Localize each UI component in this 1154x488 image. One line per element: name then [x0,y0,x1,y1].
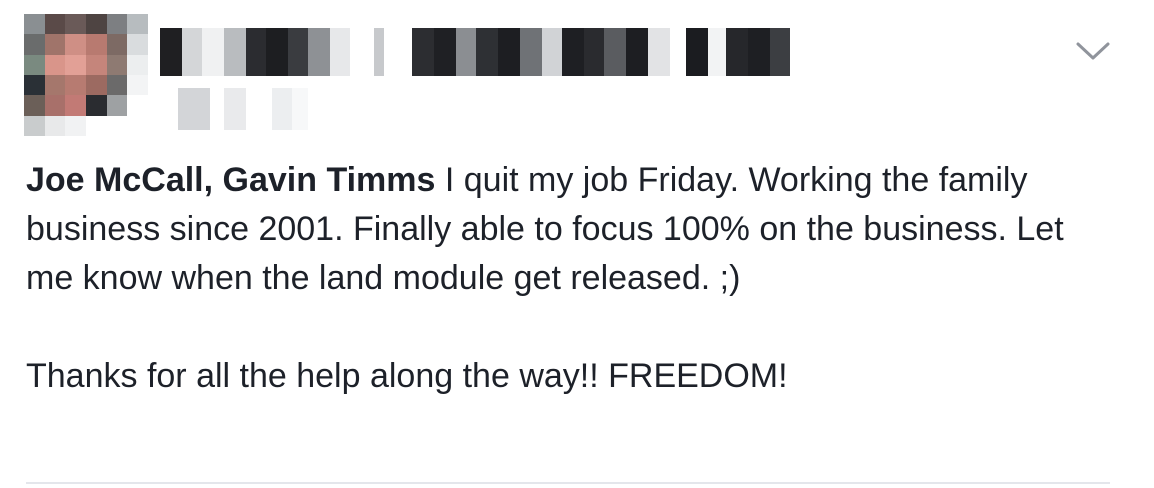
post-body: Joe McCall, Gavin Timms I quit my job Fr… [26,156,1106,401]
avatar[interactable] [24,14,148,136]
post-meta-redacted [178,88,308,130]
tagged-user-link[interactable]: Joe McCall [26,161,204,199]
chevron-down-icon[interactable] [1074,36,1112,66]
tag-separator: , [203,161,223,199]
post-paragraph-1: Joe McCall, Gavin Timms I quit my job Fr… [26,156,1106,303]
divider [26,482,1110,484]
facebook-post: Joe McCall, Gavin Timms I quit my job Fr… [0,0,1154,488]
post-paragraph-2: Thanks for all the help along the way!! … [26,357,788,395]
tagged-user-link[interactable]: Gavin Timms [223,161,436,199]
author-name-redacted[interactable] [160,28,790,76]
chevron-down-icon [1076,42,1110,60]
